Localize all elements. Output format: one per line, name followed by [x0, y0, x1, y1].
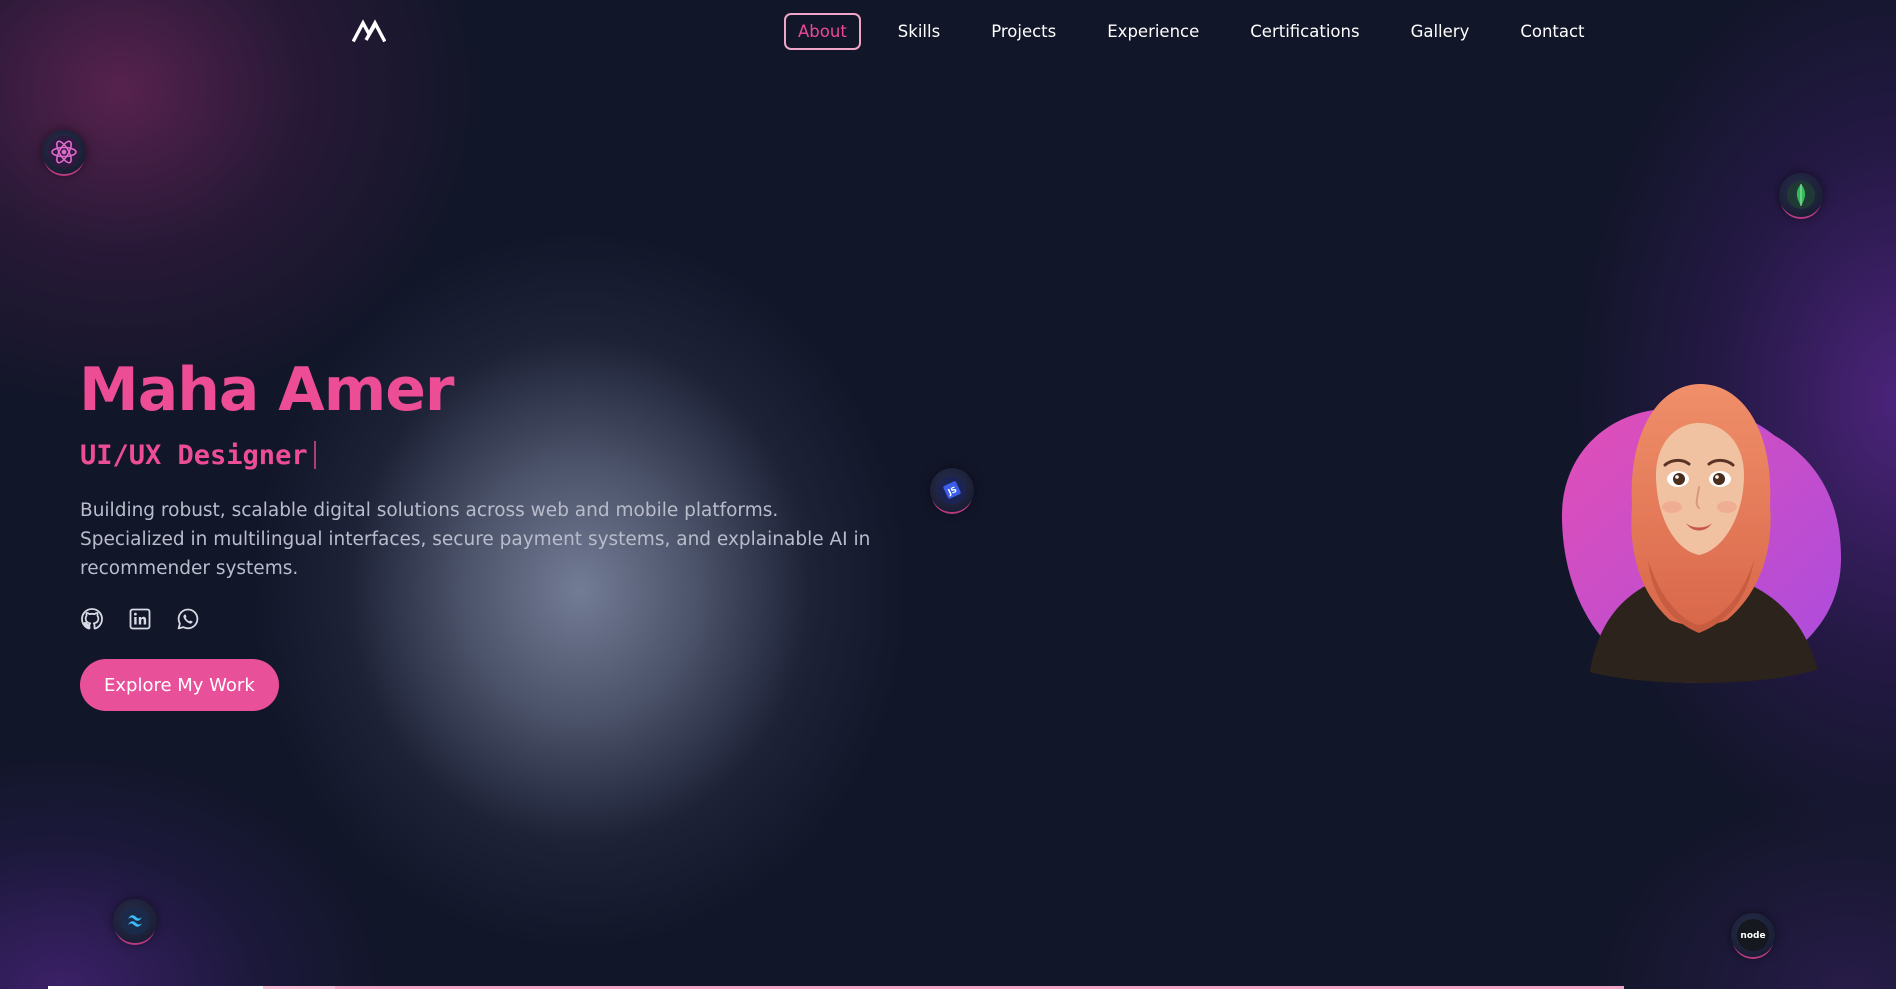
avatar	[1552, 365, 1846, 695]
explore-work-button[interactable]: Explore My Work	[80, 659, 279, 711]
tailwind-icon	[113, 899, 157, 943]
mongodb-icon	[1779, 173, 1823, 217]
hero-page: About Skills Projects Experience Certifi…	[0, 0, 1896, 989]
whatsapp-icon[interactable]	[176, 607, 200, 631]
nav-item-about[interactable]: About	[784, 13, 861, 50]
javascript-icon: JS	[930, 468, 974, 512]
nav-item-experience[interactable]: Experience	[1093, 13, 1213, 50]
nav-item-gallery[interactable]: Gallery	[1397, 13, 1484, 50]
nav-item-certifications[interactable]: Certifications	[1236, 13, 1373, 50]
nav-item-contact[interactable]: Contact	[1506, 13, 1598, 50]
typing-caret	[313, 441, 316, 469]
hero-name: Maha Amer	[79, 355, 455, 425]
nodejs-icon: node	[1731, 913, 1775, 957]
nodejs-badge-text: node	[1740, 931, 1765, 941]
logo-icon[interactable]	[351, 18, 387, 44]
nav-item-skills[interactable]: Skills	[884, 13, 954, 50]
main-nav: About Skills Projects Experience Certifi…	[784, 13, 1622, 50]
linkedin-icon[interactable]	[128, 607, 152, 631]
social-links	[80, 607, 200, 631]
hero-description: Building robust, scalable digital soluti…	[80, 500, 871, 579]
nav-item-projects[interactable]: Projects	[977, 13, 1070, 50]
hero-role-text: UI/UX Designer	[80, 440, 308, 471]
react-icon	[42, 130, 86, 174]
github-icon[interactable]	[80, 607, 104, 631]
hero-role: UI/UX Designer	[80, 440, 316, 471]
